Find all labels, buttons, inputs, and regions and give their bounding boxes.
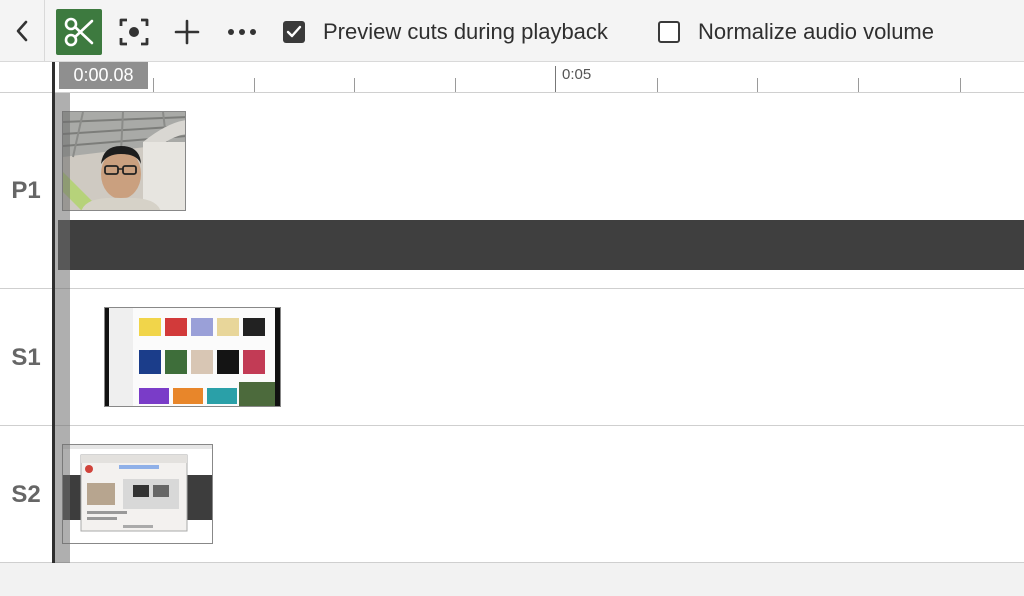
ruler-tick [757, 78, 758, 92]
screen-recording-thumbnail-image [63, 445, 212, 543]
track-p1[interactable]: P1 [0, 93, 1024, 289]
timeline-editor: Preview cuts during playback Normalize a… [0, 0, 1024, 596]
time-ruler[interactable]: 0:05 [0, 62, 1024, 93]
ruler-tick [555, 66, 556, 92]
track-label: S2 [11, 481, 41, 508]
plus-icon [174, 19, 200, 45]
ruler-tick [657, 78, 658, 92]
screen-recording-clip-thumbnail[interactable] [62, 444, 213, 544]
ruler-tick [354, 78, 355, 92]
playhead[interactable] [52, 62, 55, 563]
ruler-tick [960, 78, 961, 92]
normalize-audio-checkbox[interactable]: Normalize audio volume [658, 17, 934, 47]
ruler-label: 0:05 [562, 66, 592, 83]
ruler-tick [153, 78, 154, 92]
ruler-tick [254, 78, 255, 92]
more-options-button[interactable] [220, 9, 264, 55]
screen-grid-clip-thumbnail[interactable] [104, 307, 281, 407]
playhead-selection-shade [55, 93, 70, 563]
timeline-footer [0, 563, 1024, 596]
scissors-icon [64, 17, 94, 47]
split-button[interactable] [56, 9, 102, 55]
camera-clip-thumbnail[interactable] [62, 111, 186, 211]
audio-waveform-bar[interactable] [58, 220, 1024, 270]
preview-cuts-checkbox[interactable]: Preview cuts during playback [283, 17, 608, 47]
ruler-tick [455, 78, 456, 92]
track-s2[interactable]: S2 [0, 426, 1024, 563]
preview-cuts-label: Preview cuts during playback [323, 19, 608, 44]
track-label: S1 [11, 344, 41, 371]
normalize-audio-label: Normalize audio volume [698, 19, 934, 44]
checkbox-checked-icon[interactable] [283, 21, 305, 43]
ellipsis-icon [228, 29, 256, 35]
track-s1[interactable]: S1 [0, 289, 1024, 426]
screen-grid-thumbnail-image [105, 308, 280, 406]
playhead-time[interactable]: 0:00.08 [59, 62, 148, 89]
focus-target-icon [119, 18, 149, 46]
checkbox-unchecked-icon[interactable] [658, 21, 680, 43]
focus-button[interactable] [113, 9, 155, 55]
checkmark-icon [286, 25, 302, 38]
ruler-tick [858, 78, 859, 92]
toolbar: Preview cuts during playback Normalize a… [0, 0, 1024, 62]
camera-thumbnail-image [63, 112, 185, 210]
track-label: P1 [11, 177, 41, 204]
back-button[interactable] [0, 0, 45, 62]
add-button[interactable] [166, 9, 208, 55]
chevron-left-icon [16, 20, 28, 42]
